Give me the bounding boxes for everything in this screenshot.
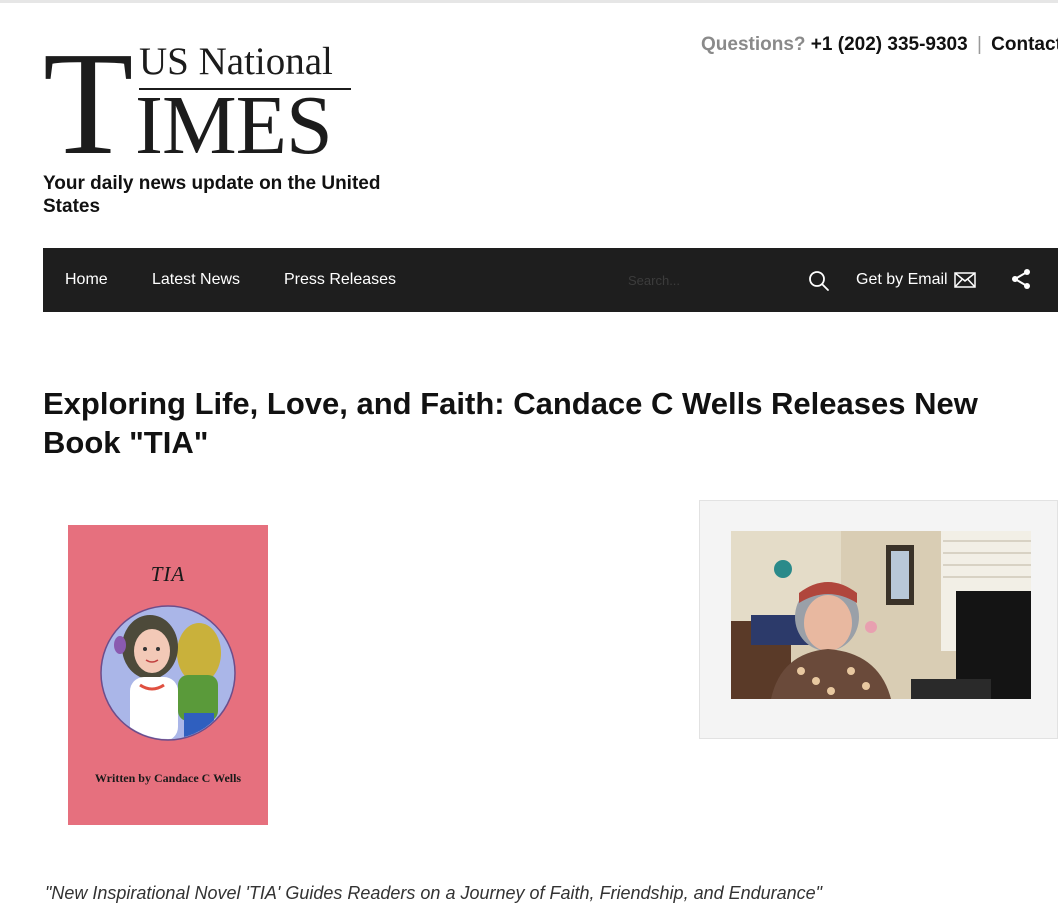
top-border [0,0,1058,3]
book-cover-author: Written by Candace C Wells [94,771,242,785]
contact-link[interactable]: Contact [991,34,1058,55]
author-photo-card [699,500,1058,739]
site-logo[interactable]: T US National IMES [43,22,363,186]
article-subheadline: "New Inspirational Novel 'TIA' Guides Re… [45,883,823,903]
book-cover-image: TIA Written by Candace C Wells [68,525,268,825]
share-icon[interactable] [1010,268,1032,290]
contact-separator: | [976,34,982,55]
get-by-email-link[interactable]: Get by Email [856,248,948,312]
nav-item-home[interactable]: Home [65,248,108,312]
search-input[interactable] [628,269,788,291]
logo-imes: IMES [135,79,333,172]
logo-us-national: US National [139,40,333,83]
nav-item-latest-news[interactable]: Latest News [152,248,240,312]
nav-item-press-releases[interactable]: Press Releases [284,248,396,312]
article-headline: Exploring Life, Love, and Faith: Candace… [43,386,978,460]
author-photo [731,531,1031,699]
phone-link[interactable]: +1 (202) 335-9303 [811,34,968,55]
main-nav: Home Latest News Press Releases Get by E… [43,248,1058,312]
site-tagline: Your daily news update on the United Sta… [43,173,381,217]
search-icon[interactable] [807,269,831,293]
email-icon[interactable] [954,272,976,288]
logo-letter-t: T [43,22,133,186]
questions-label: Questions? [701,34,806,55]
book-cover-illustration [100,605,236,741]
book-cover-title: TIA [150,562,186,586]
contact-bar: Questions? +1 (202) 335-9303 | Contact [701,33,1058,57]
